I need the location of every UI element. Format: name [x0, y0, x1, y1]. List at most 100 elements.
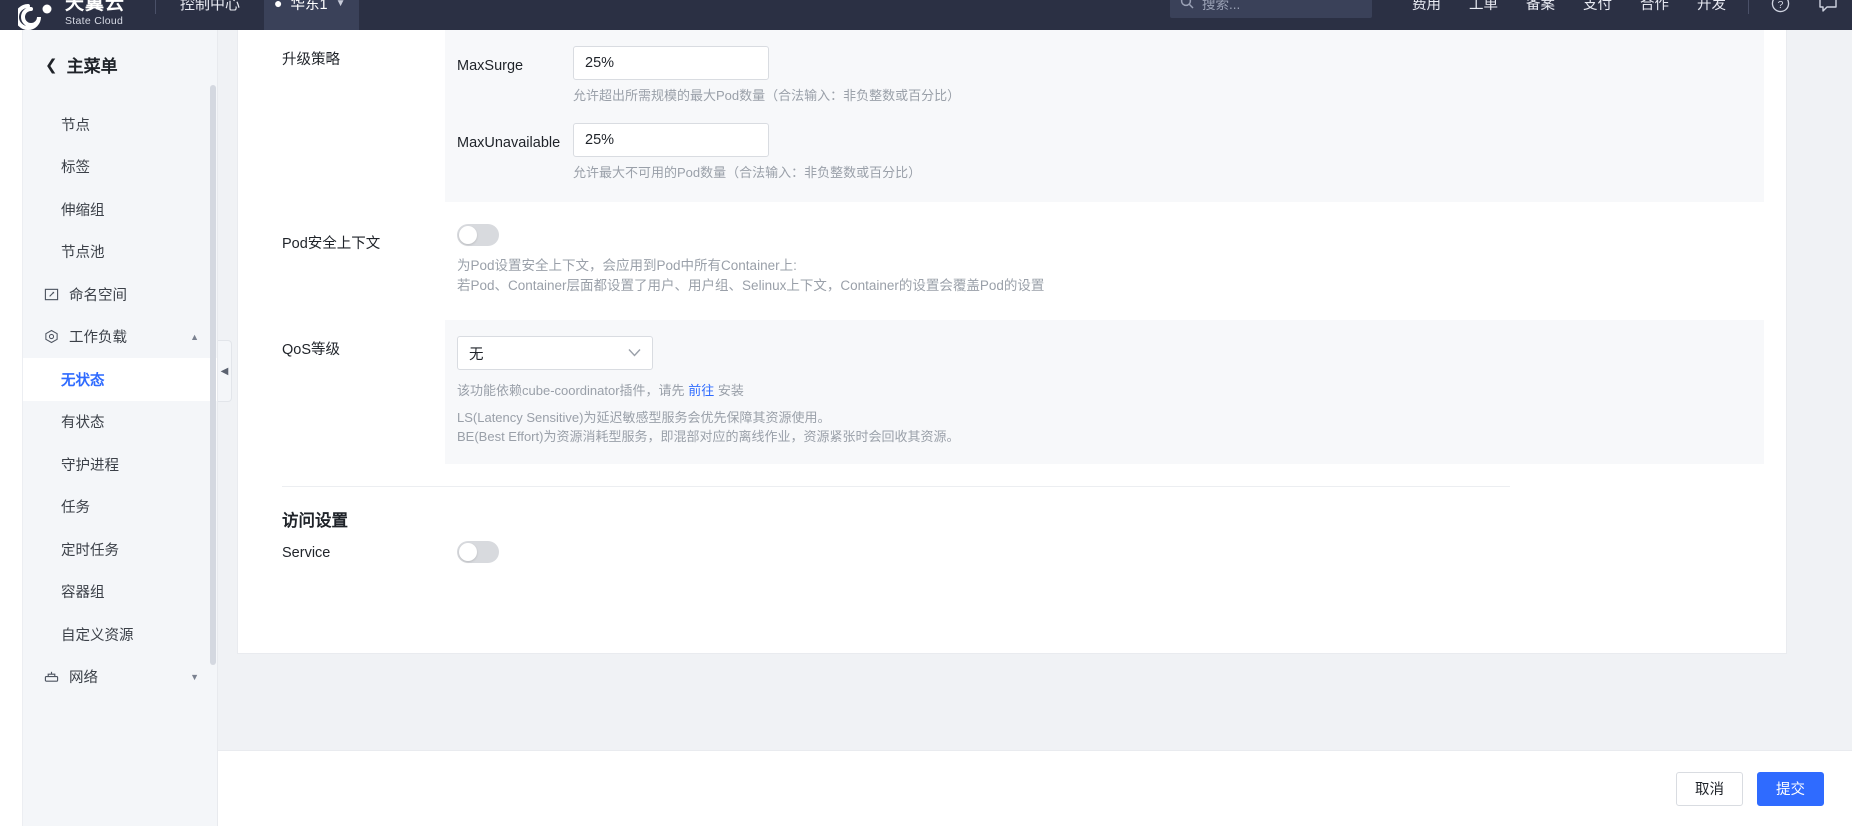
header-nav: 费用 工单 备案 支付 合作 开发 ? — [1398, 0, 1852, 30]
sidebar-item-job[interactable]: 任务 — [23, 486, 217, 529]
chevron-down-icon: ▼ — [335, 0, 346, 9]
sidebar-item-label: 容器组 — [61, 585, 105, 602]
sidebar-back-to-main-menu[interactable]: ❮ 主菜单 — [23, 30, 217, 99]
sidebar-item-label: 伸缩组 — [61, 202, 105, 219]
form-row-service: Service — [260, 541, 1764, 563]
cloud-logo-icon — [18, 0, 58, 30]
qos-install-link[interactable]: 前往 — [688, 383, 714, 398]
qos-plugin-help: 该功能依赖cube-coordinator插件，请先 前往 安装 — [457, 381, 1764, 400]
brand-name-en: State Cloud — [65, 14, 124, 27]
form-row-upgrade-strategy: 升级策略 MaxSurge 允许超出所需规模的最大Pod数量（合法输入：非负整数… — [260, 30, 1764, 202]
sidebar-item-namespace[interactable]: 命名空间 — [23, 273, 217, 316]
pod-security-desc-line-2: 若Pod、Container层面都设置了用户、用户组、Selinux上下文，Co… — [457, 278, 1045, 293]
sidebar-item-label: 定时任务 — [61, 542, 119, 559]
nav-item-icp[interactable]: 备案 — [1512, 0, 1569, 30]
sidebar-item-stateful[interactable]: 有状态 — [23, 401, 217, 444]
sidebar-item-label: 工作负载 — [69, 330, 127, 347]
access-settings-title: 访问设置 — [282, 512, 348, 530]
nav-item-fee[interactable]: 费用 — [1398, 0, 1455, 30]
brand-name-cn: 天翼云 — [65, 0, 126, 14]
region-selector[interactable]: ● 华东1 ▼ — [264, 0, 360, 30]
sidebar-item-label: 节点池 — [61, 245, 105, 262]
search-input[interactable]: 搜索... — [1170, 0, 1372, 18]
sidebar-left-strip — [0, 30, 23, 826]
main-content: 升级策略 MaxSurge 允许超出所需规模的最大Pod数量（合法输入：非负整数… — [218, 30, 1852, 826]
sidebar-collapse-toggle[interactable]: ◀ — [218, 340, 232, 402]
collapse-left-icon: ◀ — [220, 365, 229, 377]
sidebar-item-daemonset[interactable]: 守护进程 — [23, 443, 217, 486]
sidebar-item-label: 有状态 — [61, 415, 105, 432]
service-label: Service — [282, 545, 331, 561]
sidebar-item-pods[interactable]: 容器组 — [23, 571, 217, 614]
sidebar-item-label: 无状态 — [61, 372, 105, 389]
sidebar: ❮ 主菜单 节点 标签 伸缩组 节点池 命名空间 工作负载 ▲ 无状态 有状态 … — [23, 30, 218, 826]
form-row-qos: QoS等级 无 该功能依赖cube-coordinator插件，请先 前往 安装… — [260, 320, 1764, 464]
pod-security-desc-line-1: 为Pod设置安全上下文，会应用到Pod中所有Container上: — [457, 258, 797, 273]
help-circle-icon[interactable]: ? — [1757, 0, 1804, 13]
max-unavailable-label: MaxUnavailable — [457, 135, 561, 151]
pod-security-toggle[interactable] — [457, 224, 499, 246]
qos-desc-ls: LS(Latency Sensitive)为延迟敏感型服务会优先保障其资源使用。 — [457, 410, 831, 425]
field-max-surge: MaxSurge 允许超出所需规模的最大Pod数量（合法输入：非负整数或百分比） — [445, 46, 1764, 105]
sidebar-back-label: 主菜单 — [66, 57, 118, 76]
sidebar-item-workload[interactable]: 工作负载 ▲ — [23, 316, 217, 359]
chevron-down-icon: ▼ — [190, 671, 199, 682]
nav-item-partner[interactable]: 合作 — [1626, 0, 1683, 30]
submit-button[interactable]: 提交 — [1757, 771, 1824, 806]
sidebar-item-custom-resource[interactable]: 自定义资源 — [23, 613, 217, 656]
field-max-unavailable: MaxUnavailable 允许最大不可用的Pod数量（合法输入：非负整数或百… — [445, 123, 1764, 182]
console-center-link[interactable]: 控制中心 — [164, 0, 256, 30]
sidebar-item-labels[interactable]: 标签 — [23, 146, 217, 189]
sidebar-item-stateless[interactable]: 无状态 — [23, 358, 217, 401]
sidebar-scrollbar[interactable] — [210, 85, 216, 665]
sidebar-item-cronjob[interactable]: 定时任务 — [23, 528, 217, 571]
qos-label: QoS等级 — [282, 342, 341, 358]
pod-security-label: Pod安全上下文 — [282, 236, 381, 252]
nav-item-pay[interactable]: 支付 — [1569, 0, 1626, 30]
sidebar-menu-list: 节点 标签 伸缩组 节点池 命名空间 工作负载 ▲ 无状态 有状态 守护进程 任… — [23, 99, 217, 698]
sidebar-item-network[interactable]: 网络 ▼ — [23, 656, 217, 699]
sidebar-item-label: 任务 — [61, 500, 90, 517]
sidebar-item-label: 节点 — [61, 117, 90, 134]
region-label: 华东1 — [290, 0, 328, 13]
deployment-form: 升级策略 MaxSurge 允许超出所需规模的最大Pod数量（合法输入：非负整数… — [238, 30, 1786, 563]
location-pin-icon: ● — [274, 0, 283, 11]
upgrade-strategy-panel: MaxSurge 允许超出所需规模的最大Pod数量（合法输入：非负整数或百分比）… — [445, 30, 1764, 202]
sidebar-item-label: 网络 — [69, 670, 98, 687]
header-divider-2 — [1748, 0, 1749, 14]
form-card: 升级策略 MaxSurge 允许超出所需规模的最大Pod数量（合法输入：非负整数… — [237, 30, 1787, 654]
sidebar-item-label: 守护进程 — [61, 457, 119, 474]
search-icon — [1180, 0, 1194, 12]
qos-desc-be: BE(Best Effort)为资源消耗型服务，即混部对应的离线作业，资源紧张时… — [457, 429, 960, 444]
sidebar-item-scaling-group[interactable]: 伸缩组 — [23, 188, 217, 231]
message-icon[interactable] — [1804, 0, 1852, 13]
sidebar-item-label: 命名空间 — [69, 287, 127, 304]
qos-panel: 无 该功能依赖cube-coordinator插件，请先 前往 安装 LS(La — [445, 320, 1764, 464]
toggle-knob — [459, 543, 477, 561]
network-icon — [43, 668, 60, 685]
sidebar-item-label: 标签 — [61, 160, 90, 177]
workload-icon — [43, 328, 60, 345]
qos-select[interactable]: 无 — [457, 336, 653, 370]
max-surge-help: 允许超出所需规模的最大Pod数量（合法输入：非负整数或百分比） — [573, 88, 961, 103]
form-footer: 取消 提交 — [218, 750, 1852, 826]
brand-logo[interactable]: 天翼云 State Cloud — [0, 0, 147, 30]
toggle-knob — [459, 226, 477, 244]
qos-selected-value: 无 — [469, 346, 484, 363]
nav-item-dev[interactable]: 开发 — [1683, 0, 1740, 30]
sidebar-item-nodes[interactable]: 节点 — [23, 103, 217, 146]
chevron-down-icon — [628, 346, 641, 360]
header-divider — [155, 0, 157, 14]
upgrade-strategy-label: 升级策略 — [282, 52, 340, 68]
top-header-bar: 天翼云 State Cloud 控制中心 ● 华东1 ▼ 搜索... 费用 工单… — [0, 0, 1852, 30]
namespace-icon — [43, 286, 60, 303]
form-row-pod-security: Pod安全上下文 为Pod设置安全上下文，会应用到Pod中所有Container… — [260, 224, 1764, 296]
max-unavailable-input[interactable] — [573, 123, 769, 157]
qos-help-suffix: 安装 — [717, 383, 744, 398]
pod-security-description: 为Pod设置安全上下文，会应用到Pod中所有Container上: 若Pod、C… — [457, 256, 1764, 296]
service-toggle[interactable] — [457, 541, 499, 563]
nav-item-ticket[interactable]: 工单 — [1455, 0, 1512, 30]
sidebar-item-node-pool[interactable]: 节点池 — [23, 231, 217, 274]
max-surge-input[interactable] — [573, 46, 769, 80]
cancel-button[interactable]: 取消 — [1676, 771, 1743, 806]
